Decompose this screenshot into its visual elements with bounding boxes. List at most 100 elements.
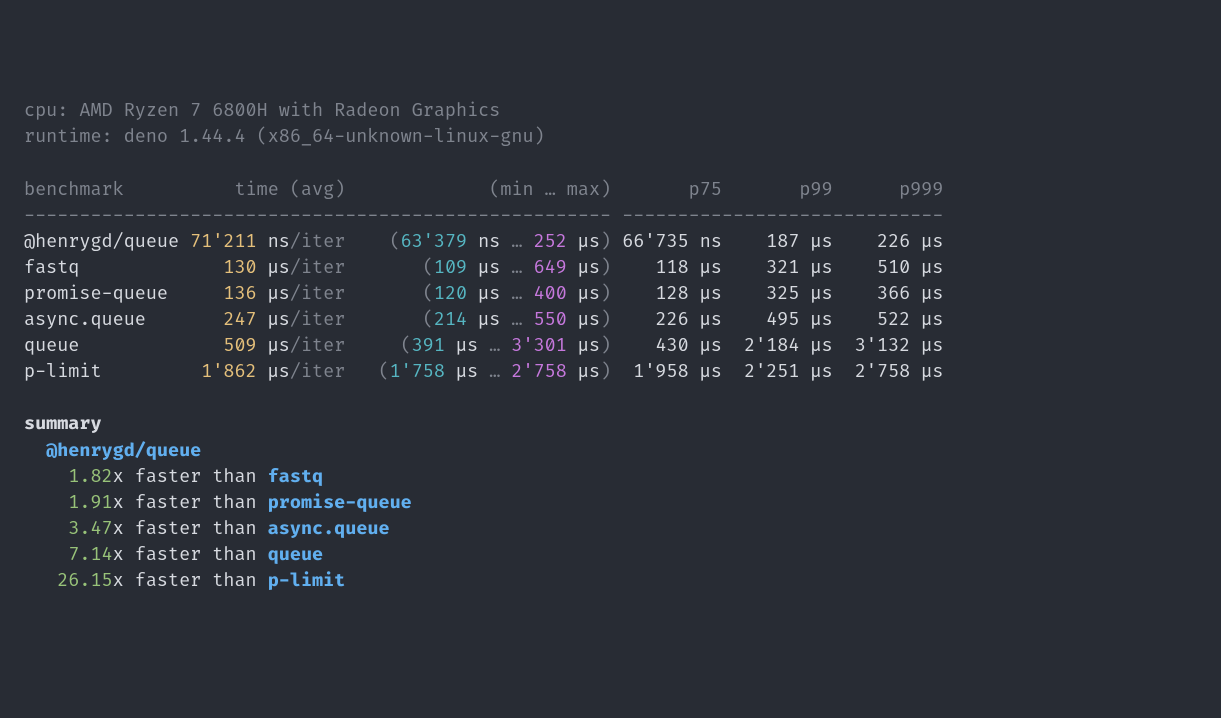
p999-value: 226: [877, 230, 910, 253]
iter-suffix: /iter: [290, 256, 345, 279]
p75-unit: µs: [689, 282, 722, 305]
p75-value: 118: [655, 256, 688, 279]
min-value: 109: [434, 256, 467, 279]
min-value: 1'758: [390, 360, 445, 383]
col-p99: p99: [722, 178, 833, 201]
benchmark-name: async.queue: [24, 308, 190, 331]
summary-winner: @henrygd/queue: [46, 439, 201, 462]
p999-value: 366: [877, 282, 910, 305]
benchmark-name: fastq: [24, 256, 190, 279]
runtime-info: runtime: deno 1.44.4 (x86_64-unknown-lin…: [24, 125, 545, 148]
p99-value: 325: [766, 282, 799, 305]
p99-unit: µs: [799, 334, 832, 357]
summary-title: summary: [24, 412, 102, 435]
time-value: 509: [223, 334, 256, 357]
col-time: time (avg): [190, 178, 345, 201]
p99-value: 495: [766, 308, 799, 331]
benchmark-name: @henrygd/queue: [24, 230, 190, 253]
p75-unit: µs: [689, 334, 722, 357]
max-value: 400: [534, 282, 567, 305]
table-row: @henrygd/queue 71'211 ns/iter (63'379 ns…: [24, 229, 1197, 255]
table-header: benchmark time (avg) (min … max) p75 p99…: [24, 177, 1197, 203]
summary-factor: 26.15: [57, 569, 112, 592]
benchmark-name: queue: [24, 334, 190, 357]
time-unit: µs: [257, 334, 290, 357]
time-unit: µs: [257, 282, 290, 305]
p999-unit: µs: [910, 360, 943, 383]
p99-value: 2'184: [744, 334, 799, 357]
max-value: 252: [534, 230, 567, 253]
p99-unit: µs: [799, 308, 832, 331]
time-value: 247: [223, 308, 256, 331]
summary-factor: 1.82: [68, 465, 112, 488]
summary-line: 1.91x faster than promise-queue: [24, 490, 1197, 516]
cpu-info: cpu: AMD Ryzen 7 6800H with Radeon Graph…: [24, 99, 500, 122]
iter-suffix: /iter: [290, 308, 345, 331]
header-runtime: runtime: deno 1.44.4 (x86_64-unknown-lin…: [24, 124, 1197, 150]
p999-unit: µs: [910, 230, 943, 253]
summary-line: 7.14x faster than queue: [24, 542, 1197, 568]
divider-right: -----------------------------: [622, 204, 943, 227]
min-value: 63'379: [401, 230, 467, 253]
p99-value: 187: [766, 230, 799, 253]
p99-unit: µs: [799, 256, 832, 279]
max-value: 2'758: [511, 360, 566, 383]
summary-factor: 1.91: [68, 491, 112, 514]
benchmark-name: p-limit: [24, 360, 190, 383]
iter-suffix: /iter: [290, 230, 345, 253]
table-row: async.queue 247 µs/iter (214 µs … 550 µs…: [24, 307, 1197, 333]
summary-target: queue: [268, 543, 323, 566]
table-row: p-limit 1'862 µs/iter (1'758 µs … 2'758 …: [24, 359, 1197, 385]
table-row: promise-queue 136 µs/iter (120 µs … 400 …: [24, 281, 1197, 307]
iter-suffix: /iter: [290, 360, 345, 383]
p75-unit: ns: [689, 230, 722, 253]
min-value: 214: [434, 308, 467, 331]
time-unit: ns: [257, 230, 290, 253]
time-value: 130: [223, 256, 256, 279]
p75-value: 430: [655, 334, 688, 357]
p99-unit: µs: [799, 282, 832, 305]
p75-value: 66'735: [622, 230, 688, 253]
p99-unit: µs: [799, 360, 832, 383]
p75-unit: µs: [689, 360, 722, 383]
summary-target: promise-queue: [268, 491, 412, 514]
p75-value: 128: [655, 282, 688, 305]
p99-unit: µs: [799, 230, 832, 253]
time-value: 136: [223, 282, 256, 305]
p999-value: 522: [877, 308, 910, 331]
p999-value: 2'758: [855, 360, 910, 383]
p75-value: 1'958: [633, 360, 688, 383]
time-unit: µs: [257, 360, 290, 383]
p99-value: 2'251: [744, 360, 799, 383]
p999-unit: µs: [910, 334, 943, 357]
min-value: 391: [412, 334, 445, 357]
max-value: 649: [534, 256, 567, 279]
table-row: queue 509 µs/iter (391 µs … 3'301 µs) 43…: [24, 333, 1197, 359]
summary-factor: 3.47: [68, 517, 112, 540]
max-value: 3'301: [511, 334, 566, 357]
table-divider: ----------------------------------------…: [24, 203, 1197, 229]
summary-line: 1.82x faster than fastq: [24, 464, 1197, 490]
time-value: 71'211: [190, 230, 256, 253]
time-unit: µs: [257, 308, 290, 331]
summary-line: 3.47x faster than async.queue: [24, 516, 1197, 542]
benchmark-name: promise-queue: [24, 282, 190, 305]
p75-value: 226: [655, 308, 688, 331]
col-minmax: (min … max): [345, 178, 611, 201]
iter-suffix: /iter: [290, 334, 345, 357]
header-cpu: cpu: AMD Ryzen 7 6800H with Radeon Graph…: [24, 98, 1197, 124]
summary-line: 26.15x faster than p-limit: [24, 568, 1197, 594]
terminal-output: cpu: AMD Ryzen 7 6800H with Radeon Graph…: [24, 98, 1197, 594]
p999-unit: µs: [910, 308, 943, 331]
p999-value: 3'132: [855, 334, 910, 357]
col-benchmark: benchmark: [24, 178, 190, 201]
col-p999: p999: [833, 178, 944, 201]
p75-unit: µs: [689, 308, 722, 331]
divider-left: ----------------------------------------…: [24, 204, 611, 227]
p99-value: 321: [766, 256, 799, 279]
p75-unit: µs: [689, 256, 722, 279]
summary-header: summary: [24, 411, 1197, 437]
summary-target: fastq: [268, 465, 323, 488]
iter-suffix: /iter: [290, 282, 345, 305]
time-unit: µs: [257, 256, 290, 279]
